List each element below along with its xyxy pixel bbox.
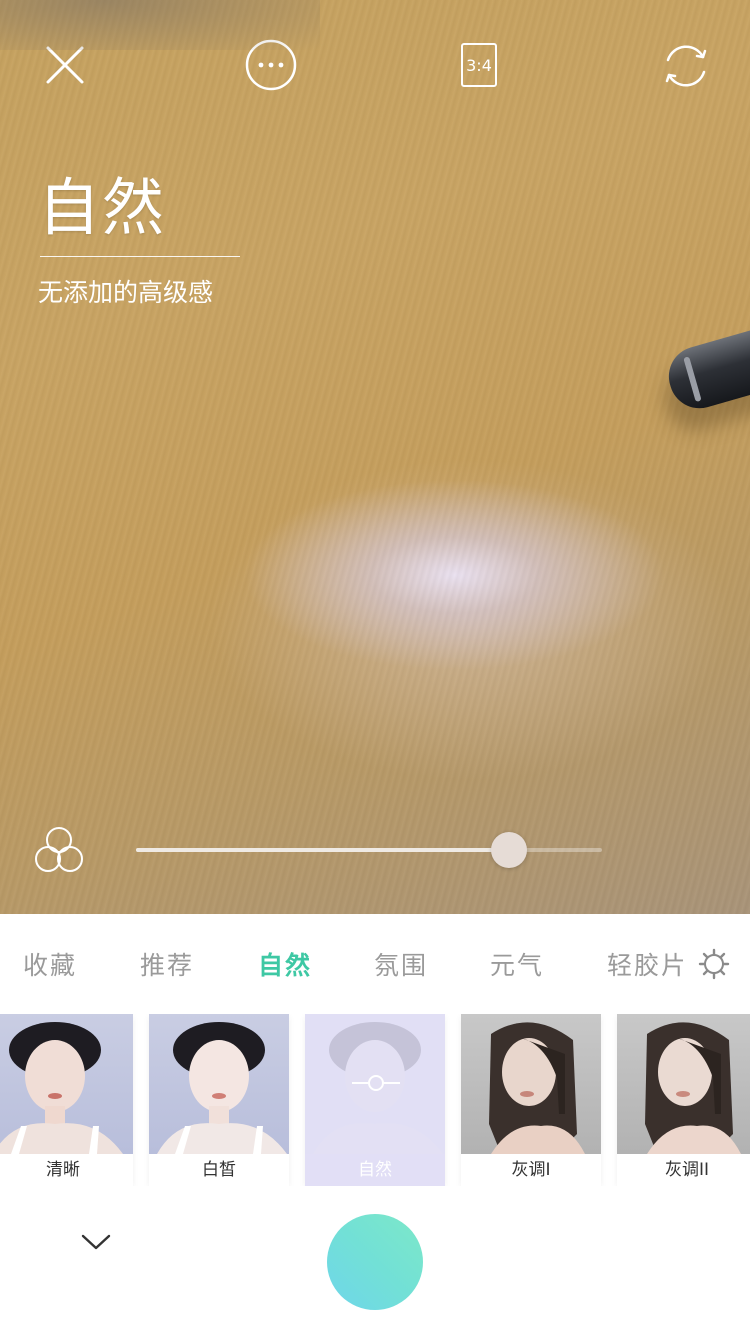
- filter-panel: 收藏 推荐 自然 氛围 元气 轻胶片 清晰 白皙 自然 灰调I 灰调II: [0, 914, 750, 1334]
- filter-thumb-gray-1[interactable]: 灰调I: [461, 1014, 601, 1186]
- filter-thumb-label: 灰调II: [617, 1154, 750, 1186]
- filter-thumbnail-strip[interactable]: 清晰 白皙 自然 灰调I 灰调II: [0, 1014, 750, 1186]
- collapse-panel-button[interactable]: [72, 1222, 120, 1262]
- filter-thumb-label: 自然: [305, 1154, 445, 1186]
- flip-camera-button[interactable]: [660, 40, 712, 92]
- tab-vitality[interactable]: 元气: [490, 946, 544, 982]
- slider-thumb[interactable]: [490, 832, 527, 868]
- filter-thumb-label: 白皙: [149, 1154, 289, 1186]
- filter-subtitle: 无添加的高级感: [38, 278, 214, 307]
- more-options-button[interactable]: [245, 39, 297, 91]
- adjust-slider-icon: [352, 1075, 400, 1091]
- filter-thumb-clear[interactable]: 清晰: [0, 1014, 133, 1186]
- filter-title-divider: [40, 256, 240, 257]
- aspect-ratio-icon: 3:4: [461, 43, 497, 87]
- close-button[interactable]: [40, 40, 90, 90]
- filter-thumb-gray-2[interactable]: 灰调II: [617, 1014, 750, 1186]
- portrait-image: [0, 1022, 123, 1154]
- filter-intensity-slider[interactable]: [136, 832, 602, 868]
- filter-thumb-label: 清晰: [0, 1154, 133, 1186]
- chevron-down-icon: [81, 1234, 111, 1250]
- filter-thumb-label: 灰调I: [461, 1154, 601, 1186]
- filter-settings-button[interactable]: [696, 946, 732, 982]
- close-icon: [46, 46, 84, 84]
- filter-thumb-fair[interactable]: 白皙: [149, 1014, 289, 1186]
- flip-camera-icon: [665, 45, 707, 87]
- settings-gear-icon: [698, 948, 730, 980]
- shutter-button[interactable]: [327, 1214, 423, 1310]
- filter-title: 自然: [38, 171, 167, 244]
- aspect-ratio-label: 3:4: [466, 55, 492, 75]
- camera-preview[interactable]: 3:4 自然 无添加的高级感: [0, 0, 750, 914]
- filter-thumb-natural[interactable]: 自然: [305, 1014, 445, 1186]
- more-icon: [245, 39, 297, 91]
- tab-light-film[interactable]: 轻胶片: [607, 946, 683, 982]
- filter-thumb-photo: [149, 1014, 289, 1154]
- tab-atmosphere[interactable]: 氛围: [374, 946, 428, 982]
- bottom-bar: [0, 1186, 750, 1334]
- pen-ring: [683, 356, 702, 403]
- preview-pen-object: [661, 322, 750, 416]
- filter-thumb-photo: [461, 1014, 601, 1154]
- tab-recommended[interactable]: 推荐: [140, 946, 194, 982]
- portrait-image: [489, 1022, 585, 1154]
- filter-layers-button[interactable]: [32, 824, 86, 876]
- portrait-image: [157, 1022, 287, 1154]
- filter-thumb-photo: [617, 1014, 750, 1154]
- filter-thumb-photo: [0, 1014, 133, 1154]
- category-tabs: 收藏 推荐 自然 氛围 元气 轻胶片: [0, 914, 750, 1014]
- filter-layers-icon: [35, 827, 83, 872]
- portrait-image: [645, 1022, 741, 1154]
- aspect-ratio-button[interactable]: 3:4: [458, 40, 500, 90]
- slider-fill: [136, 848, 509, 852]
- tab-natural[interactable]: 自然: [258, 946, 312, 982]
- tab-favorites[interactable]: 收藏: [23, 946, 77, 982]
